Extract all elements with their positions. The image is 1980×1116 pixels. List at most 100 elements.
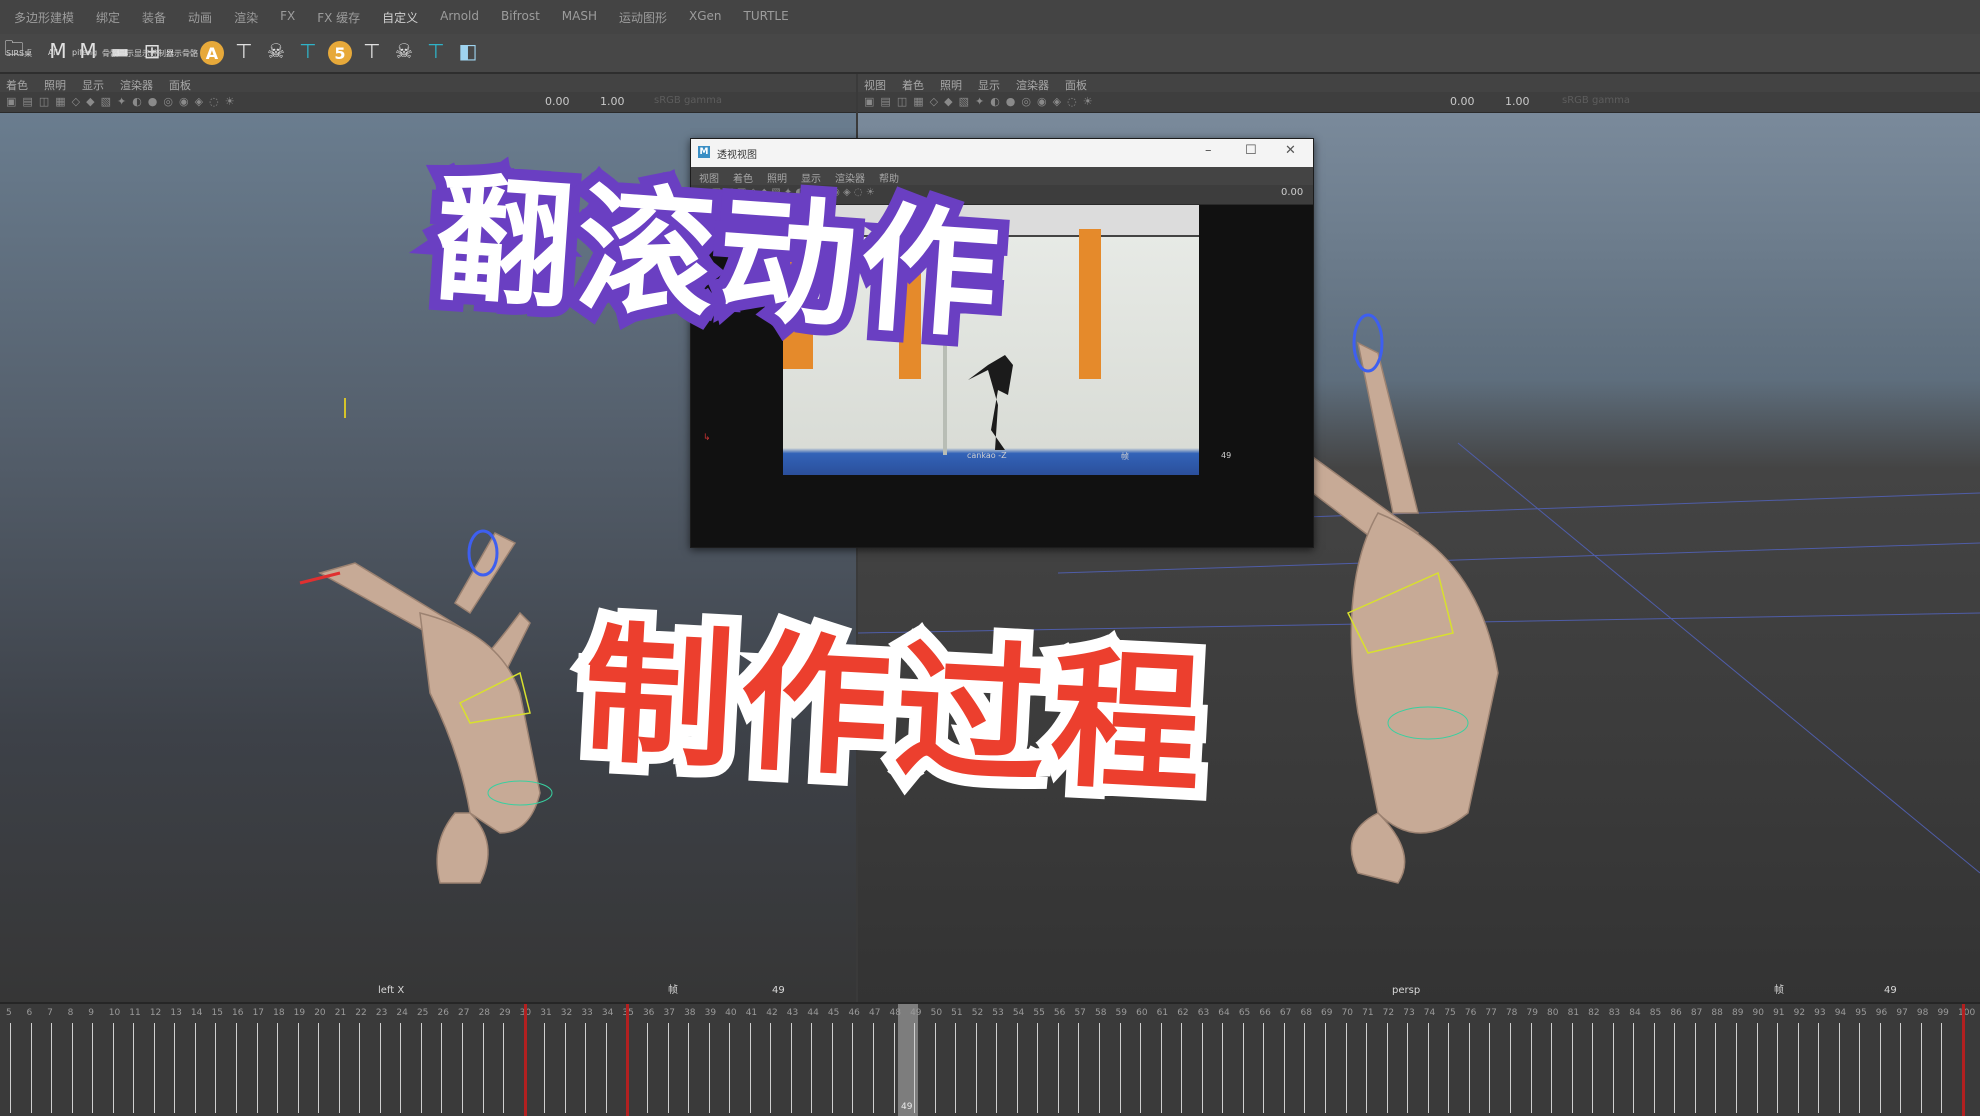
right-toolbar-icons[interactable]: ▣ ▤ ◫ ▦ ◇ ◆ ▧ ✦ ◐ ● ◎ ◉ ◈ ◌ ☀ [864, 95, 1093, 108]
timeline-tick [955, 1023, 957, 1113]
light-icon[interactable]: ✦ [975, 95, 984, 108]
skull-icon[interactable]: ☠ [264, 38, 288, 64]
reference-person [968, 355, 1013, 450]
timeline-frame-number: 29 [499, 1008, 511, 1018]
ao-icon[interactable]: ● [148, 95, 158, 108]
minimize-icon[interactable]: – [1205, 143, 1212, 158]
skull-2-icon[interactable]: ☠ [392, 38, 416, 64]
texture-icon[interactable]: ▧ [101, 95, 111, 108]
grid-icon[interactable]: ▦ [913, 95, 923, 108]
right-menu-item-1[interactable]: 着色 [902, 77, 924, 93]
left-menu-item-2[interactable]: 显示 [82, 77, 104, 93]
left-menu-item-0[interactable]: 着色 [6, 77, 28, 93]
timeline-frame-number: 79 [1526, 1008, 1538, 1018]
exposure-icon[interactable]: ☀ [1083, 95, 1093, 108]
right-colorspace[interactable]: sRGB gamma [1562, 95, 1630, 106]
camera-icon[interactable]: ▣ [6, 95, 16, 108]
cube-icon[interactable]: ◧ [456, 38, 480, 64]
xray-icon[interactable]: ◈ [195, 95, 203, 108]
right-menu-item-0[interactable]: 视图 [864, 77, 886, 93]
timeline-tick [1838, 1023, 1840, 1113]
joint-white-icon[interactable]: ⊤ [360, 38, 384, 64]
bookmark-icon[interactable]: ◫ [39, 95, 49, 108]
right-menu-item-4[interactable]: 渲染器 [1016, 77, 1049, 93]
time-slider[interactable]: 49 5 6 7 8 9 10 11 12 13 14 15 16 17 18 19 20 21 22 23 24 25… [0, 1002, 1980, 1116]
joint-cyan-icon[interactable]: ⊤ [296, 38, 320, 64]
menu-item-3[interactable]: 动画 [188, 9, 212, 26]
shadow-icon[interactable]: ◐ [990, 95, 1000, 108]
maximize-icon[interactable]: ☐ [1245, 143, 1257, 158]
exposure-icon[interactable]: ☀ [225, 95, 235, 108]
xray-icon[interactable]: ◈ [1053, 95, 1061, 108]
keyframe-marker[interactable] [523, 1004, 527, 1116]
timeline-tick [318, 1023, 320, 1113]
right-gamma-value[interactable]: 1.00 [1505, 95, 1530, 108]
menu-item-13[interactable]: TURTLE [744, 9, 789, 26]
menu-item-10[interactable]: MASH [562, 9, 597, 26]
left-menu-item-4[interactable]: 面板 [169, 77, 191, 93]
timeline-frame-number: 97 [1896, 1008, 1908, 1018]
xray-joint-icon[interactable]: ◌ [1067, 95, 1077, 108]
joint-tool-icon[interactable]: ⊤ [232, 38, 256, 64]
bookmark-icon[interactable]: ◫ [897, 95, 907, 108]
timeline-frame-number: 52 [971, 1008, 984, 1018]
timeline-tick [1571, 1023, 1573, 1113]
menu-item-6[interactable]: FX 缓存 [317, 9, 360, 26]
left-panel-menu: 着色 照明 显示 渲染器 面板 [0, 74, 856, 92]
wireframe-icon[interactable]: ◇ [72, 95, 80, 108]
right-menu-item-3[interactable]: 显示 [978, 77, 1000, 93]
texture-icon[interactable]: ▧ [959, 95, 969, 108]
timeline-frame-number: 94 [1834, 1008, 1847, 1018]
menu-item-5[interactable]: FX [280, 9, 295, 26]
timeline-tick [749, 1023, 751, 1113]
isolate-icon[interactable]: ◉ [179, 95, 189, 108]
right-exposure-value[interactable]: 0.00 [1450, 95, 1475, 108]
wireframe-icon[interactable]: ◇ [930, 95, 938, 108]
window-titlebar[interactable]: M 透视视图 – ☐ ✕ [691, 139, 1313, 167]
timeline-frame-number: 43 [786, 1008, 799, 1018]
timeline-frame-number: 69 [1321, 1008, 1333, 1018]
timeline-tick [71, 1023, 73, 1113]
menu-item-2[interactable]: 装备 [142, 9, 166, 26]
arnold-badge-icon[interactable]: A [200, 41, 224, 65]
left-colorspace[interactable]: sRGB gamma [654, 95, 722, 106]
menu-item-9[interactable]: Bifrost [501, 9, 540, 26]
aa-icon[interactable]: ◎ [163, 95, 173, 108]
menu-item-7[interactable]: 自定义 [382, 9, 418, 26]
timeline-tick [1509, 1023, 1511, 1113]
close-icon[interactable]: ✕ [1285, 143, 1296, 158]
menu-item-12[interactable]: XGen [689, 9, 722, 26]
left-toolbar-icons[interactable]: ▣ ▤ ◫ ▦ ◇ ◆ ▧ ✦ ◐ ● ◎ ◉ ◈ ◌ ☀ [6, 95, 235, 108]
menu-item-4[interactable]: 渲染 [234, 9, 258, 26]
right-menu-item-5[interactable]: 面板 [1065, 77, 1087, 93]
menu-item-8[interactable]: Arnold [440, 9, 479, 26]
menu-item-1[interactable]: 绑定 [96, 9, 120, 26]
xray-joint-icon[interactable]: ◌ [209, 95, 219, 108]
window-menu-item-4[interactable]: 渲染器 [835, 170, 865, 185]
five-badge-icon[interactable]: 5 [328, 41, 352, 65]
menu-item-0[interactable]: 多边形建模 [14, 9, 74, 26]
isolate-icon[interactable]: ◉ [1037, 95, 1047, 108]
aa-icon[interactable]: ◎ [1021, 95, 1031, 108]
shadow-icon[interactable]: ◐ [132, 95, 142, 108]
camera-icon[interactable]: ▣ [864, 95, 874, 108]
grid-icon[interactable]: ▦ [55, 95, 65, 108]
timeline-tick [359, 1023, 361, 1113]
joint-cyan-2-icon[interactable]: ⊤ [424, 38, 448, 64]
left-exposure-value[interactable]: 0.00 [545, 95, 570, 108]
menu-item-11[interactable]: 运动图形 [619, 9, 667, 26]
smooth-icon[interactable]: ◆ [86, 95, 94, 108]
lock-icon[interactable]: ▤ [22, 95, 32, 108]
left-menu-item-3[interactable]: 渲染器 [120, 77, 153, 93]
light-icon[interactable]: ✦ [117, 95, 126, 108]
ao-icon[interactable]: ● [1006, 95, 1016, 108]
window-exposure-value[interactable]: 0.00 [1281, 187, 1303, 198]
left-gamma-value[interactable]: 1.00 [600, 95, 625, 108]
keyframe-marker[interactable] [626, 1004, 630, 1116]
keyframe-marker[interactable] [1962, 1004, 1965, 1116]
smooth-icon[interactable]: ◆ [944, 95, 952, 108]
right-menu-item-2[interactable]: 照明 [940, 77, 962, 93]
left-menu-item-1[interactable]: 照明 [44, 77, 66, 93]
window-menu-item-5[interactable]: 帮助 [879, 170, 899, 185]
lock-icon[interactable]: ▤ [880, 95, 890, 108]
